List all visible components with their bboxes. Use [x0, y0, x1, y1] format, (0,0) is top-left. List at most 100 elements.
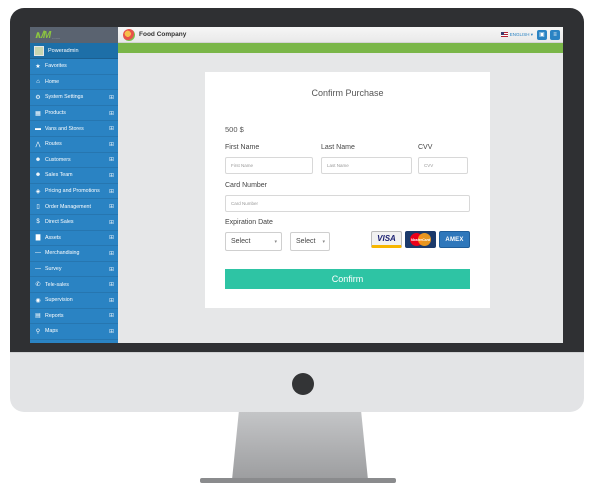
app-screen: ∧/M ....... Poweradmin ★ Favorites ⌂ Home ⚙ S…: [30, 27, 563, 343]
sidebar-item-tele-sales[interactable]: ✆ Tele-sales ⊞: [30, 277, 118, 293]
expand-icon[interactable]: ⊞: [109, 297, 114, 304]
monitor-button: [292, 373, 314, 395]
logo-bar: ∧/M .......: [30, 27, 118, 43]
minus-icon: —: [35, 250, 41, 257]
expand-icon[interactable]: ⊞: [109, 328, 114, 335]
user-name: Poweradmin: [48, 47, 79, 54]
cvv-label: CVV: [418, 144, 433, 151]
expand-icon[interactable]: ⊞: [109, 266, 114, 273]
tag-icon: ◈: [35, 188, 41, 195]
expand-icon[interactable]: ⊞: [109, 250, 114, 257]
expiration-month-select[interactable]: Select ▾: [225, 232, 282, 251]
expand-icon[interactable]: ⊞: [109, 156, 114, 163]
sidebar-item-assets[interactable]: ▇ Assets ⊞: [30, 231, 118, 247]
pin-icon: ⚲: [35, 328, 41, 335]
expand-icon[interactable]: ⊞: [109, 219, 114, 226]
expand-icon[interactable]: ⊞: [109, 125, 114, 132]
monitor-mockup: ∧/M ....... Poweradmin ★ Favorites ⌂ Home ⚙ S…: [0, 0, 592, 485]
expand-icon[interactable]: ⊞: [109, 188, 114, 195]
sidebar-item-label: Home: [45, 78, 60, 85]
grid-icon: ▦: [35, 110, 41, 117]
first-name-input[interactable]: First Name: [225, 157, 313, 174]
monitor-base: [200, 478, 396, 483]
home-icon: ⌂: [36, 78, 40, 85]
app-logo: ∧/M: [34, 29, 51, 41]
sidebar-item-system-settings[interactable]: ⚙ System Settings ⊞: [30, 90, 118, 106]
sidebar-item-vans-and-stores[interactable]: ▬ Vans and Stores ⊞: [30, 121, 118, 137]
last-name-input[interactable]: Last Name: [321, 157, 412, 174]
sidebar-item-pricing-and-promotions[interactable]: ◈ Pricing and Promotions ⊞: [30, 184, 118, 200]
sidebar-item-order-management[interactable]: ▯ Order Management ⊞: [30, 199, 118, 215]
sidebar-item-survey[interactable]: — Survey ⊞: [30, 262, 118, 278]
sidebar-item-label: Products: [45, 110, 66, 117]
card-number-input[interactable]: Card Number: [225, 195, 470, 212]
sidebar-item-reports[interactable]: ▤ Reports ⊞: [30, 309, 118, 325]
phone-icon: ✆: [35, 282, 41, 289]
month-select-value: Select: [231, 238, 251, 245]
card-title: Confirm Purchase: [311, 88, 384, 98]
sidebar-item-label: Order Management: [45, 203, 91, 210]
language-selector[interactable]: ENGLISH ▾: [500, 31, 533, 38]
gears-icon: ⚙: [35, 94, 41, 101]
road-icon: ⋀: [35, 141, 41, 148]
sidebar-item-label: Tele-sales: [45, 281, 69, 288]
expand-icon[interactable]: ⊞: [109, 281, 114, 288]
expand-icon[interactable]: ⊞: [109, 203, 114, 210]
minus-icon: —: [35, 266, 41, 273]
last-name-label: Last Name: [321, 144, 355, 151]
sidebar-item-label: Favorites: [45, 63, 67, 70]
sidebar-item-supervision[interactable]: ◉ Supervision ⊞: [30, 293, 118, 309]
sidebar-item-customers[interactable]: ☻ Customers ⊞: [30, 153, 118, 169]
language-label: ENGLISH ▾: [509, 31, 533, 37]
sidebar-item-merchandising[interactable]: — Merchandising ⊞: [30, 246, 118, 262]
user-profile[interactable]: Poweradmin: [30, 43, 118, 59]
expand-icon[interactable]: ⊞: [109, 110, 114, 117]
exit-icon: ▣: [539, 32, 545, 38]
card-number-label: Card Number: [225, 182, 268, 189]
visa-card-icon: VISA: [371, 231, 402, 248]
team-icon: ☻: [34, 172, 42, 179]
confirm-purchase-card: Confirm Purchase 500 $ First Name Last N…: [205, 72, 490, 308]
expand-icon[interactable]: ⊞: [109, 172, 114, 179]
top-bar: Food Company ENGLISH ▾ ▣ ≡: [118, 27, 563, 43]
dollar-icon: $: [36, 219, 40, 226]
sidebar: ∧/M ....... Poweradmin ★ Favorites ⌂ Home ⚙ S…: [30, 27, 118, 343]
exit-button[interactable]: ▣: [537, 29, 547, 40]
sidebar-item-routes[interactable]: ⋀ Routes ⊞: [30, 137, 118, 153]
expiration-year-select[interactable]: Select ▾: [290, 232, 330, 251]
sidebar-item-label: Pricing and Promotions: [45, 188, 100, 195]
mastercard-card-icon: MasterCard: [405, 231, 436, 248]
company-name: Food Company: [139, 31, 187, 38]
monitor-stand: [232, 412, 368, 480]
sidebar-item-label: Reports: [45, 312, 64, 319]
sidebar-item-label: Vans and Stores: [45, 125, 84, 132]
sidebar-item-label: Assets: [45, 234, 61, 241]
sidebar-item-maps[interactable]: ⚲ Maps ⊞: [30, 324, 118, 340]
sidebar-item-sales-team[interactable]: ☻ Sales Team ⊞: [30, 168, 118, 184]
header-accent-bar: [118, 43, 563, 53]
mastercard-label: MasterCard: [410, 237, 431, 242]
truck-icon: ▬: [35, 125, 41, 132]
expand-icon[interactable]: ⊞: [109, 94, 114, 101]
sidebar-item-favorites[interactable]: ★ Favorites: [30, 59, 118, 75]
amex-card-icon: AMEX: [439, 231, 470, 248]
sidebar-item-label: Survey: [45, 266, 62, 273]
confirm-button[interactable]: Confirm: [225, 269, 470, 289]
sidebar-item-home[interactable]: ⌂ Home: [30, 75, 118, 91]
sidebar-item-label: Merchandising: [45, 250, 80, 257]
chevron-down-icon: ▾: [322, 238, 325, 245]
sidebar-item-products[interactable]: ▦ Products ⊞: [30, 106, 118, 122]
expand-icon[interactable]: ⊞: [109, 312, 114, 319]
sidebar-item-direct-sales[interactable]: $ Direct Sales ⊞: [30, 215, 118, 231]
expand-icon[interactable]: ⊞: [109, 141, 114, 148]
expand-icon[interactable]: ⊞: [109, 234, 114, 241]
cvv-input[interactable]: CVV: [418, 157, 468, 174]
sidebar-item-label: Sales Team: [45, 172, 73, 179]
menu-button[interactable]: ≡: [550, 29, 560, 40]
users-icon: ☻: [34, 156, 42, 163]
sidebar-item-label: Maps: [45, 328, 58, 335]
expiration-date-label: Expiration Date: [225, 219, 273, 226]
document-icon: ▯: [36, 204, 40, 211]
logo-tagline: .......: [52, 34, 61, 40]
first-name-label: First Name: [225, 144, 260, 151]
